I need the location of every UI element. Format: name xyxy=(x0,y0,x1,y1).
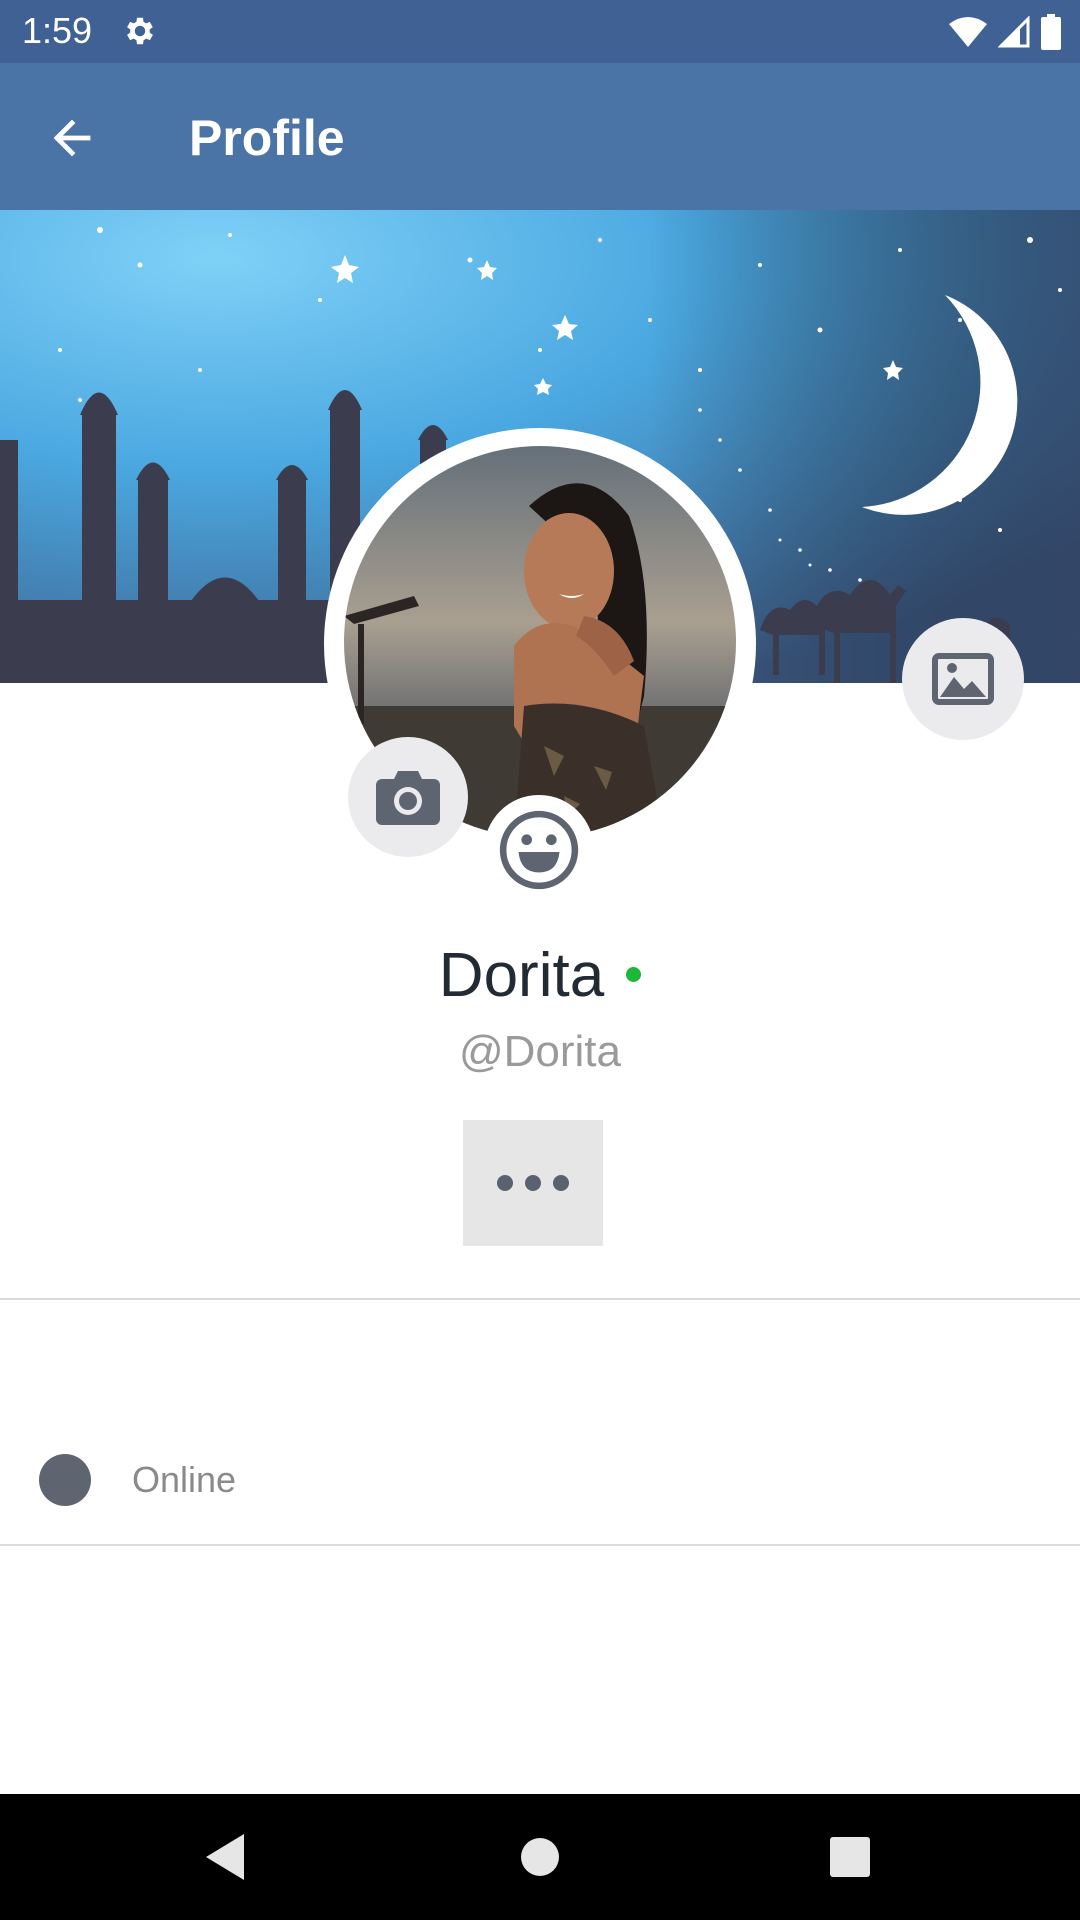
change-avatar-button[interactable] xyxy=(348,737,468,857)
status-time: 1:59 xyxy=(22,10,93,51)
smiley-icon xyxy=(499,810,579,890)
back-triangle-icon xyxy=(206,1834,244,1880)
recents-square-icon xyxy=(830,1837,870,1877)
gear-icon xyxy=(127,17,153,45)
username: @Dorita xyxy=(458,1027,622,1076)
name-row: Dorita xyxy=(0,940,1080,1012)
battery-icon xyxy=(1041,14,1061,50)
status-icons xyxy=(948,12,1062,52)
ellipsis-icon-dot-1 xyxy=(497,1175,513,1191)
status-label: Online xyxy=(132,1459,237,1500)
camera-icon xyxy=(376,771,440,825)
display-name: Dorita xyxy=(438,941,605,1010)
system-nav-bar xyxy=(0,1794,1080,1920)
back-button[interactable] xyxy=(40,106,104,170)
divider-bottom xyxy=(0,1544,1080,1546)
image-icon xyxy=(932,653,994,705)
home-circle-icon xyxy=(521,1838,559,1876)
mood-button[interactable] xyxy=(484,795,594,905)
app-bar: Profile xyxy=(0,63,1080,210)
change-cover-button[interactable] xyxy=(902,618,1024,740)
page-title: Profile xyxy=(189,110,345,166)
signal-icon xyxy=(998,16,1030,48)
nav-back-button[interactable] xyxy=(192,1824,258,1890)
arrow-left-icon xyxy=(53,119,91,157)
ellipsis-icon-dot-3 xyxy=(553,1175,569,1191)
nav-home-button[interactable] xyxy=(507,1824,573,1890)
wifi-icon xyxy=(949,17,987,47)
status-bar: 1:59 xyxy=(0,0,1080,63)
divider-top xyxy=(0,1298,1080,1300)
online-indicator xyxy=(626,967,642,982)
more-options-button[interactable] xyxy=(463,1120,603,1246)
ellipsis-icon-dot-2 xyxy=(525,1175,541,1191)
status-row[interactable]: Online xyxy=(0,1416,1080,1542)
nav-recents-button[interactable] xyxy=(817,1824,883,1890)
status-circle-icon xyxy=(39,1454,91,1506)
